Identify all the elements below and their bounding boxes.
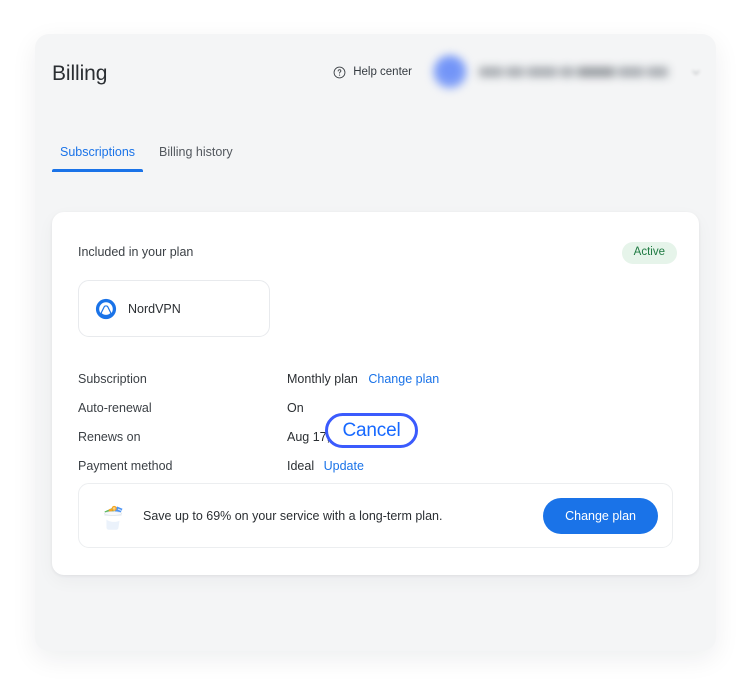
detail-row-subscription: Subscription Monthly plan Change plan [78,365,498,394]
tab-billing-history[interactable]: Billing history [151,139,241,172]
tab-subscriptions-label: Subscriptions [60,145,136,159]
tab-bar: Subscriptions Billing history [52,139,241,172]
detail-row-renews-on: Renews on Aug 17, 2040 [78,423,498,452]
change-plan-button[interactable]: Change plan [543,497,658,534]
plan-card: Included in your plan Active NordVPN Sub… [52,212,699,575]
detail-value-subscription: Monthly plan Change plan [287,365,439,394]
payment-method-value: Ideal [287,459,315,473]
detail-row-auto-renewal: Auto-renewal On [78,394,498,423]
detail-label-subscription: Subscription [78,372,147,386]
header-right-group: Help center [333,52,707,92]
avatar [433,55,467,89]
product-name: NordVPN [128,301,181,316]
detail-label-payment-method: Payment method [78,459,173,473]
help-center-label: Help center [353,66,412,78]
subscription-details: Subscription Monthly plan Change plan Au… [78,365,498,481]
chevron-down-icon [691,67,701,77]
question-circle-icon [333,66,346,79]
auto-renewal-value: On [287,401,304,415]
cancel-subscription-annotated-link[interactable]: Cancel [325,413,418,448]
promo-banner: Save up to 69% on your service with a lo… [78,483,673,548]
help-center-button[interactable]: Help center [333,66,412,79]
change-plan-link[interactable]: Change plan [368,372,439,386]
account-email-redacted [479,66,679,79]
update-payment-link[interactable]: Update [324,459,364,473]
promo-text: Save up to 69% on your service with a lo… [143,508,443,523]
tab-billing-history-label: Billing history [159,145,233,159]
app-header: Billing Help center [35,34,716,118]
tab-subscriptions[interactable]: Subscriptions [52,139,144,172]
app-panel: Billing Help center Subscriptions Billin… [35,34,716,651]
cancel-link-label: Cancel [342,420,401,441]
page-title: Billing [52,62,108,85]
product-tile-nordvpn[interactable]: NordVPN [78,280,270,337]
account-menu-button[interactable] [430,52,707,92]
nordvpn-logo-icon [95,298,117,320]
detail-value-auto-renewal: On [287,394,304,423]
plan-card-header: Included in your plan Active [78,242,677,266]
detail-value-payment-method: Ideal Update [287,452,364,481]
subscription-plan-value: Monthly plan [287,372,358,386]
money-bucket-icon [96,499,130,533]
status-badge: Active [621,242,677,264]
included-in-plan-label: Included in your plan [78,245,194,259]
detail-row-payment-method: Payment method Ideal Update [78,452,498,481]
page-root: Billing Help center Subscriptions Billin… [0,0,750,698]
detail-label-renews-on: Renews on [78,430,141,444]
detail-label-auto-renewal: Auto-renewal [78,401,152,415]
